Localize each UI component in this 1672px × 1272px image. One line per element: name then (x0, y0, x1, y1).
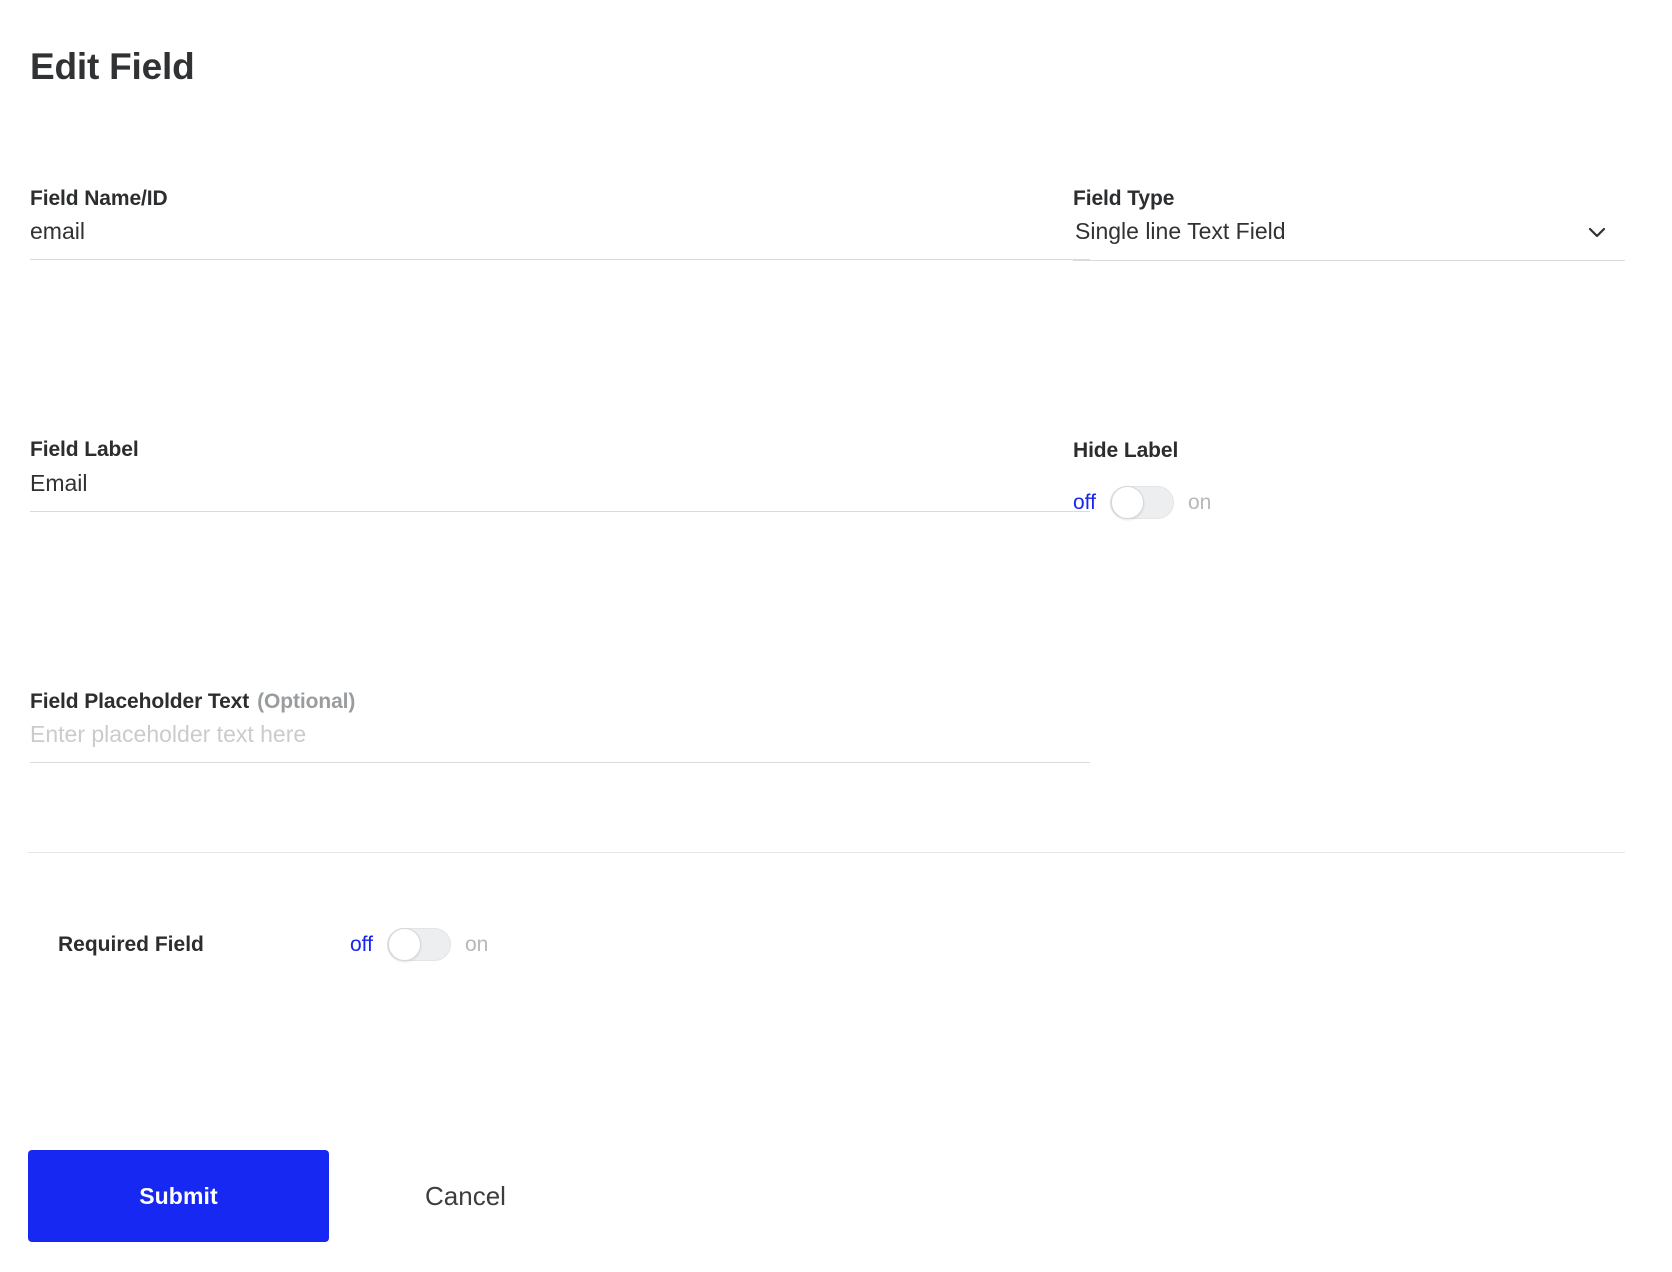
field-placeholder-optional-tag: (Optional) (257, 689, 356, 713)
required-field-on-text: on (464, 933, 489, 956)
submit-button[interactable]: Submit (28, 1150, 329, 1242)
field-placeholder-label-text: Field Placeholder Text (30, 689, 250, 713)
hide-label-on-text: on (1187, 491, 1212, 515)
section-divider (28, 852, 1625, 853)
hide-label-label: Hide Label (1073, 438, 1179, 462)
field-type-select-wrapper: Single line Text Field (1073, 212, 1625, 261)
field-label-label: Field Label (30, 438, 139, 462)
edit-field-page: Edit Field Field Name/ID Field Label Fie… (0, 0, 1672, 1272)
field-placeholder-label: Field Placeholder Text (Optional) (30, 688, 1090, 715)
required-field-toggle-row: off on (350, 928, 488, 961)
field-group-hide-label: Hide Label off on (1073, 437, 1628, 520)
field-type-label: Field Type (1073, 187, 1175, 210)
form-actions: Submit Cancel (28, 1150, 506, 1242)
field-name-input[interactable] (30, 212, 1090, 261)
field-group-field-type: Field Type Single line Text Field (1073, 185, 1628, 261)
field-group-field-placeholder: Field Placeholder Text (Optional) (30, 688, 1090, 763)
field-name-label: Field Name/ID (30, 187, 168, 210)
form-column-left: Field Name/ID Field Label Field Placehol… (30, 185, 1090, 763)
cancel-button[interactable]: Cancel (425, 1181, 506, 1212)
toggle-knob (1110, 486, 1144, 520)
required-field-label: Required Field (58, 932, 204, 956)
toggle-knob (387, 928, 421, 961)
page-title: Edit Field (30, 45, 195, 87)
field-label-input[interactable] (30, 463, 1090, 512)
required-field-toggle[interactable] (386, 928, 451, 961)
field-placeholder-input[interactable] (30, 714, 1090, 763)
form-column-right: Field Type Single line Text Field Hide L… (1073, 185, 1628, 520)
field-type-select[interactable]: Single line Text Field (1073, 212, 1625, 261)
field-group-field-name: Field Name/ID (30, 185, 1090, 261)
field-group-field-label: Field Label (30, 436, 1090, 512)
required-field-off-text: off (350, 933, 373, 956)
hide-label-toggle[interactable] (1109, 486, 1174, 520)
hide-label-off-text: off (1073, 491, 1096, 515)
hide-label-toggle-row: off on (1073, 486, 1628, 520)
required-field-row: Required Field off on (58, 928, 488, 961)
